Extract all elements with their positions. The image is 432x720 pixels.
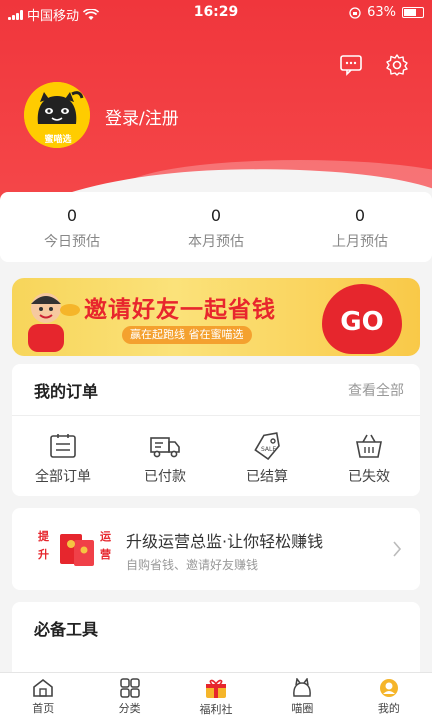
message-button[interactable] <box>338 52 364 78</box>
red-envelope-icon <box>60 534 94 566</box>
tab-category-label: 分类 <box>118 701 141 715</box>
essential-tools-card: 必备工具 <box>12 602 420 682</box>
invite-friends-banner[interactable]: 邀请好友一起省钱 赢在起跑线 省在蜜喵选 GO <box>12 278 420 356</box>
stat-this-month-value: 0 <box>210 206 222 225</box>
tab-mine-label: 我的 <box>377 701 400 715</box>
settings-button[interactable] <box>384 52 410 78</box>
sale-tag-icon: SALE <box>254 432 280 460</box>
bottom-tab-bar: 首页 分类 福利社 喵圈 我的 <box>0 672 432 720</box>
stat-today-value: 0 <box>66 206 78 225</box>
tab-home[interactable]: 首页 <box>0 673 86 720</box>
promo-badge-left: 提升 <box>38 530 49 561</box>
view-all-orders-link[interactable]: 查看全部 <box>348 380 404 400</box>
order-paid-label: 已付款 <box>144 469 186 485</box>
orders-title: 我的订单 <box>34 381 99 401</box>
gear-icon <box>386 54 408 76</box>
stat-last-month[interactable]: 0 上月预估 <box>288 192 432 262</box>
order-expired[interactable]: 已失效 <box>318 416 420 496</box>
battery-icon <box>402 7 424 18</box>
profile-icon <box>379 678 398 697</box>
avatar-brand-text: 蜜喵选 <box>44 135 72 145</box>
gift-icon <box>206 679 227 698</box>
promo-badge-right: 运营 <box>100 530 111 561</box>
grid-icon <box>119 677 140 698</box>
red-envelope-illustration: 提升 运营 <box>38 524 114 574</box>
truck-icon <box>150 437 180 458</box>
order-paid[interactable]: 已付款 <box>114 416 216 496</box>
battery-percent: 63% <box>367 5 396 20</box>
banner-subtitle: 赢在起跑线 省在蜜喵选 <box>122 326 252 344</box>
message-icon <box>340 55 362 76</box>
order-list-icon <box>50 434 76 458</box>
tab-home-label: 首页 <box>32 701 55 715</box>
status-bar: 中国移动 16:29 63% <box>0 0 432 26</box>
banner-title: 邀请好友一起省钱 <box>84 297 276 323</box>
home-icon <box>33 678 54 697</box>
stat-today[interactable]: 0 今日预估 <box>0 192 144 262</box>
tab-circle-label: 喵圈 <box>291 701 314 715</box>
orientation-lock-icon <box>349 6 361 19</box>
login-register-link[interactable]: 登录/注册 <box>105 104 179 129</box>
cat-icon <box>293 677 312 697</box>
tab-welfare[interactable]: 福利社 <box>173 673 259 720</box>
tab-circle[interactable]: 喵圈 <box>259 673 345 720</box>
my-orders-card: 我的订单 查看全部 全部订单 已付款 SALE 已结算 已失效 <box>12 364 420 496</box>
order-expired-label: 已失效 <box>348 469 390 485</box>
status-right: 63% <box>349 5 424 20</box>
stat-last-month-value: 0 <box>354 206 366 225</box>
tools-title: 必备工具 <box>34 620 99 639</box>
basket-icon <box>356 434 382 458</box>
chevron-right-icon <box>393 541 402 557</box>
order-status-row: 全部订单 已付款 SALE 已结算 已失效 <box>12 416 420 496</box>
upgrade-director-card[interactable]: 提升 运营 升级运营总监·让你轻松赚钱 自购省钱、邀请好友赚钱 <box>12 508 420 590</box>
orders-header: 我的订单 查看全部 <box>12 364 420 416</box>
earnings-stats: 0 今日预估 0 本月预估 0 上月预估 <box>0 192 432 262</box>
tab-welfare-label: 福利社 <box>199 702 233 716</box>
mascot-illustration <box>28 293 80 352</box>
promo-subtitle: 自购省钱、邀请好友赚钱 <box>126 558 259 572</box>
order-all[interactable]: 全部订单 <box>12 416 114 496</box>
stat-this-month-label: 本月预估 <box>188 234 244 250</box>
order-settled-label: 已结算 <box>246 469 288 485</box>
order-all-label: 全部订单 <box>35 469 91 485</box>
svg-text:SALE: SALE <box>261 446 276 453</box>
stat-last-month-label: 上月预估 <box>332 234 388 250</box>
tab-mine[interactable]: 我的 <box>346 673 432 720</box>
stat-today-label: 今日预估 <box>44 234 100 250</box>
stat-this-month[interactable]: 0 本月预估 <box>144 192 288 262</box>
banner-go-button[interactable]: GO <box>322 284 402 354</box>
promo-title: 升级运营总监·让你轻松赚钱 <box>126 532 324 551</box>
order-settled[interactable]: SALE 已结算 <box>216 416 318 496</box>
tab-category[interactable]: 分类 <box>86 673 172 720</box>
